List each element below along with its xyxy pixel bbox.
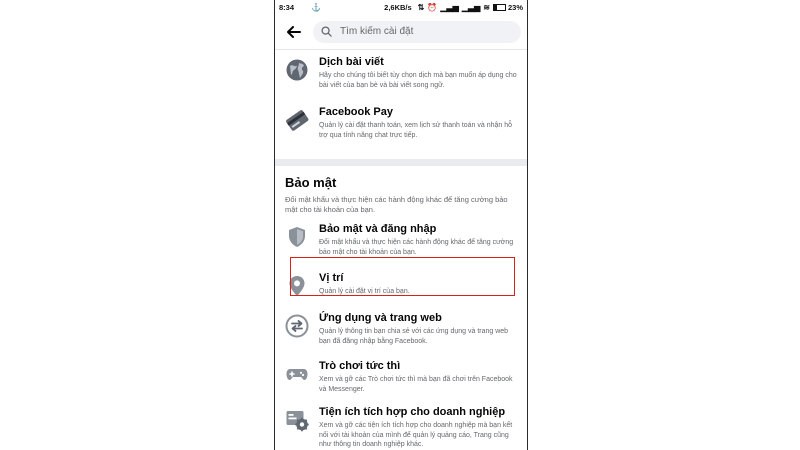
facebook-pay-desc: Quản lý cài đặt thanh toán, xem lịch sử … bbox=[319, 122, 513, 139]
facebook-pay-item[interactable]: Facebook Pay Quản lý cài đặt thanh toán,… bbox=[275, 106, 527, 140]
instant-games-desc: Xem và gỡ các Trò chơi tức thì mà bạn đã… bbox=[319, 376, 513, 393]
swap-arrows-icon bbox=[285, 314, 309, 338]
section-divider bbox=[275, 159, 527, 166]
instant-games-title: Trò chơi tức thì bbox=[319, 360, 401, 372]
network-speed: 2,6KB/s bbox=[384, 2, 412, 12]
translate-posts-desc: Hãy cho chúng tôi biết tùy chọn dịch mà … bbox=[319, 72, 517, 89]
search-bar[interactable] bbox=[313, 20, 521, 43]
alarm-icon: ⏰ bbox=[427, 2, 438, 12]
location-title: Vị trí bbox=[319, 272, 344, 284]
globe-icon bbox=[285, 58, 309, 82]
instant-games-item[interactable]: Trò chơi tức thì Xem và gỡ các Trò chơi … bbox=[275, 360, 527, 394]
apps-websites-title: Ứng dụng và trang web bbox=[319, 312, 442, 324]
status-bar: 8:34 ⚓ 2,6KB/s ⇅ ⏰ ▁▃▅ ▁▃▅ ≋ 23% bbox=[275, 0, 527, 14]
translate-posts-title: Dịch bài viết bbox=[319, 56, 384, 68]
security-section-title: Bảo mật bbox=[285, 175, 337, 190]
credit-card-icon bbox=[285, 108, 309, 132]
business-integrations-title: Tiện ích tích hợp cho doanh nghiệp bbox=[319, 406, 506, 418]
facebook-pay-title: Facebook Pay bbox=[319, 106, 393, 118]
battery-icon bbox=[492, 3, 506, 11]
business-integrations-item[interactable]: Tiện ích tích hợp cho doanh nghiệp Xem v… bbox=[275, 406, 527, 450]
security-login-item[interactable]: Bảo mật và đăng nhập Đổi mật khẩu và thự… bbox=[275, 223, 527, 257]
signal-icon-2: ▁▃▅ bbox=[461, 2, 481, 12]
apps-websites-desc: Quản lý thông tin bạn chia sẻ với các ứn… bbox=[319, 328, 509, 345]
back-arrow-icon[interactable] bbox=[287, 25, 301, 38]
data-transfer-icon: ⇅ bbox=[417, 2, 425, 12]
wifi-icon: ≋ bbox=[483, 2, 490, 12]
location-item[interactable]: Vị trí Quản lý cài đặt vị trí của bạn. bbox=[275, 272, 527, 298]
location-pin-icon bbox=[285, 274, 309, 298]
shield-icon bbox=[285, 225, 309, 249]
apps-websites-item[interactable]: Ứng dụng và trang web Quản lý thông tin … bbox=[275, 312, 527, 346]
status-time: 8:34 bbox=[279, 2, 295, 12]
translate-posts-item[interactable]: Dịch bài viết Hãy cho chúng tôi biết tùy… bbox=[275, 56, 527, 90]
security-login-title: Bảo mật và đăng nhập bbox=[319, 223, 437, 235]
settings-header bbox=[275, 14, 527, 50]
search-input[interactable] bbox=[338, 25, 482, 38]
phone-screen: 8:34 ⚓ 2,6KB/s ⇅ ⏰ ▁▃▅ ▁▃▅ ≋ 23% Tìm kiế… bbox=[274, 0, 528, 450]
location-desc: Quản lý cài đặt vị trí của bạn. bbox=[319, 288, 410, 295]
business-integrations-desc: Xem và gỡ các tiện ích tích hợp cho doan… bbox=[319, 422, 513, 448]
gamepad-icon bbox=[285, 362, 309, 386]
battery-percent: 23% bbox=[507, 2, 523, 12]
security-login-desc: Đổi mật khẩu và thực hiện các hành động … bbox=[319, 239, 514, 256]
security-section-desc: Đổi mật khẩu và thực hiện các hành động … bbox=[285, 195, 508, 214]
anchor-icon: ⚓ bbox=[311, 2, 321, 12]
search-icon bbox=[321, 26, 332, 37]
signal-icon: ▁▃▅ bbox=[440, 2, 459, 12]
business-settings-icon bbox=[285, 408, 309, 432]
